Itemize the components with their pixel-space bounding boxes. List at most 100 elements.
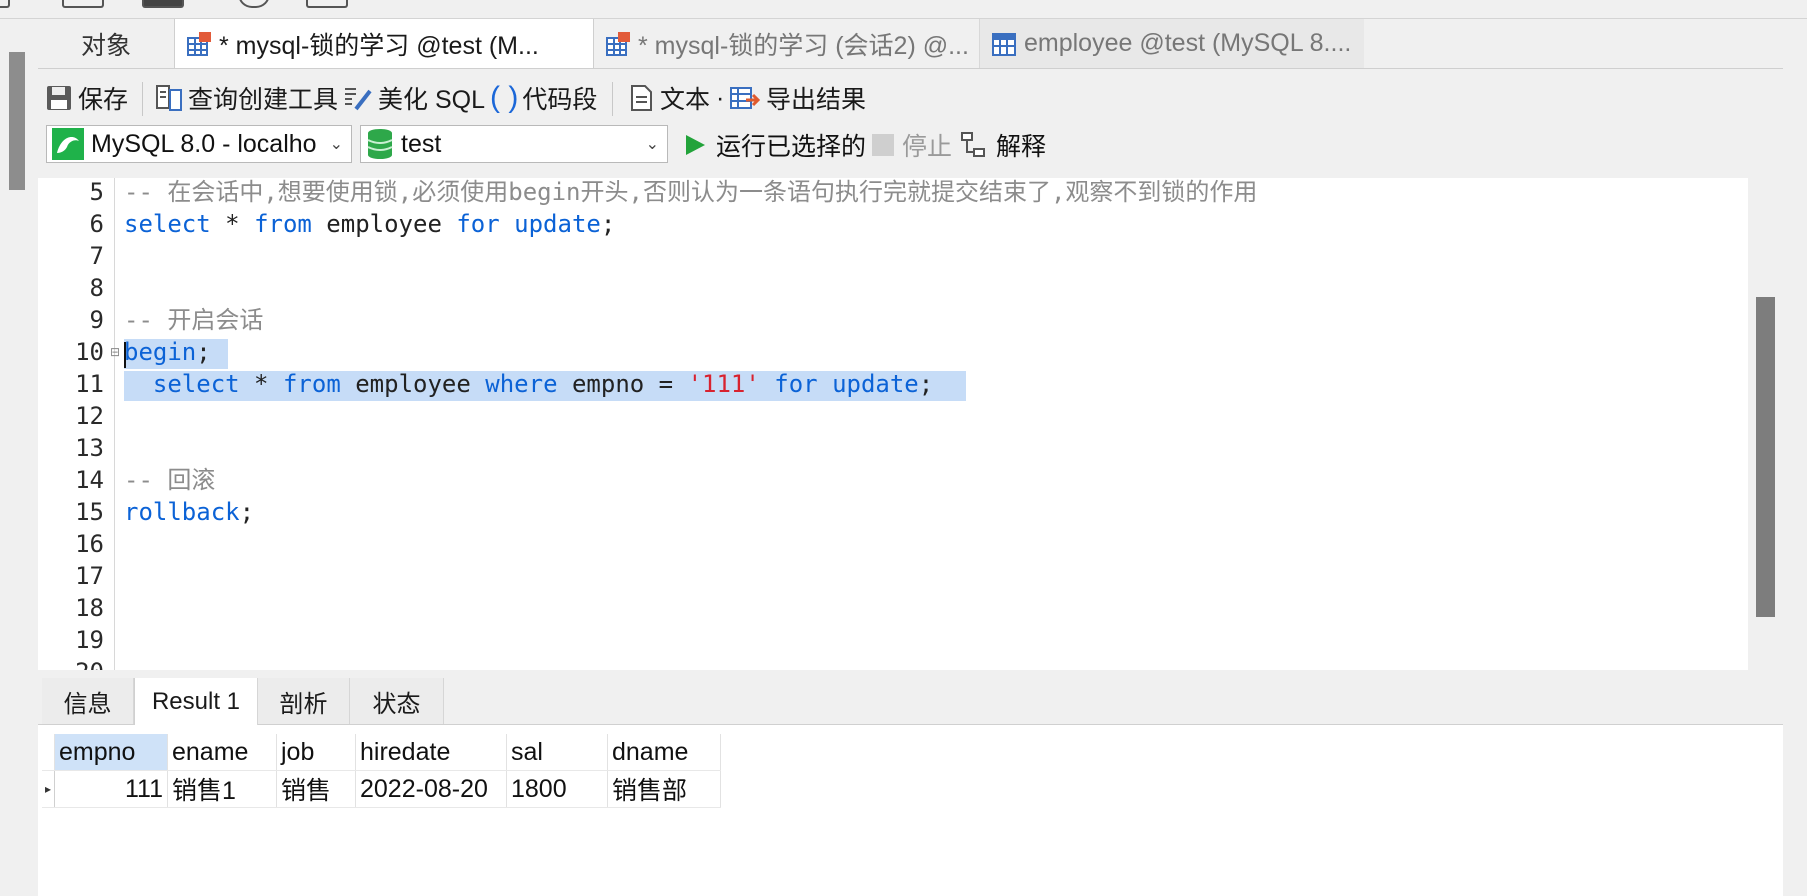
stop-button[interactable]: 停止 (872, 125, 952, 165)
beautify-sql-button[interactable]: 美化 SQL (342, 78, 485, 118)
export-label: 导出结果 (766, 86, 867, 114)
save-button[interactable]: 保存 (44, 78, 128, 118)
tab-result-1[interactable]: Result 1 (134, 678, 258, 725)
text-dropdown-dot[interactable]: · (716, 84, 724, 113)
export-table-icon (730, 87, 761, 109)
database-value: test (401, 129, 442, 158)
column-header-hiredate[interactable]: hiredate (355, 734, 507, 771)
line-number: 18 (75, 594, 104, 622)
database-select[interactable]: test ⌄ (360, 125, 668, 163)
code-line[interactable]: 17 (38, 560, 1738, 592)
sql-string: '111' (687, 370, 760, 398)
tab-employee-table[interactable]: employee @test (MySQL 8.... (980, 19, 1364, 68)
sql-text: employee (311, 210, 457, 238)
tab-label: 剖析 (279, 690, 328, 718)
code-line[interactable]: 7 (38, 240, 1738, 272)
sql-keyword: from (254, 210, 312, 238)
result-grid[interactable]: empno ename job hiredate sal dname ▸ 111… (42, 734, 721, 808)
toolbar-icon-partial[interactable] (0, 0, 10, 8)
line-number: 14 (75, 466, 104, 494)
export-results-button[interactable]: 导出结果 (728, 78, 866, 118)
stop-label: 停止 (902, 133, 953, 161)
sql-keyword: from (282, 370, 341, 398)
play-icon (686, 135, 705, 155)
column-header-dname[interactable]: dname (607, 734, 721, 771)
sql-text: ; (918, 370, 934, 398)
save-label: 保存 (78, 86, 129, 114)
code-line[interactable]: 15 rollback; (38, 496, 1738, 528)
tab-info[interactable]: 信息 (42, 678, 134, 724)
code-line[interactable]: 19 (38, 624, 1738, 656)
sql-keyword: rollback (124, 498, 240, 526)
text-mode-button[interactable]: 文本 · (626, 78, 724, 118)
code-line[interactable]: 5 -- 在会话中,想要使用锁,必须使用begin开头,否则认为一条语句执行完就提… (38, 178, 1738, 208)
fold-collapse-icon[interactable]: ⊟ (110, 345, 120, 359)
chevron-down-icon: ⌄ (329, 136, 343, 153)
code-line[interactable]: 10 begin; (38, 336, 1738, 368)
code-line[interactable]: 13 (38, 432, 1738, 464)
run-selected-button[interactable]: 运行已选择的 (682, 125, 866, 165)
code-line[interactable]: 18 (38, 592, 1738, 624)
text-label: 文本 (660, 86, 711, 114)
tab-query-session2[interactable]: * mysql-锁的学习 (会话2) @... (594, 19, 980, 68)
code-snippet-button[interactable]: ( ) 代码段 (490, 78, 597, 118)
code-text: rollback; (124, 496, 254, 528)
query-builder-icon (156, 85, 182, 111)
sql-text: * (210, 210, 255, 238)
code-line[interactable]: 6 select * from employee for update; (38, 208, 1738, 240)
tab-profile[interactable]: 剖析 (258, 678, 350, 724)
code-line[interactable]: 12 (38, 400, 1738, 432)
tab-label: 状态 (372, 690, 421, 718)
table-row[interactable]: ▸ 111 销售1 销售 2022-08-20 1800 销售部 (42, 770, 721, 808)
sql-editor[interactable]: 5 -- 在会话中,想要使用锁,必须使用begin开头,否则认为一条语句执行完就提… (38, 178, 1748, 670)
line-number: 12 (75, 402, 104, 430)
current-row-arrow-icon: ▸ (42, 770, 55, 808)
cell-ename[interactable]: 销售1 (167, 770, 277, 808)
parentheses-icon: ( ) (490, 81, 519, 114)
row-indicator-header (42, 734, 55, 771)
tab-label: Result 1 (151, 687, 241, 715)
cell-sal[interactable]: 1800 (506, 770, 608, 808)
code-line[interactable]: 8 (38, 272, 1738, 304)
line-number: 17 (75, 562, 104, 590)
beautify-label: 美化 SQL (378, 86, 485, 114)
column-header-ename[interactable]: ename (167, 734, 277, 771)
line-number: 13 (75, 434, 104, 462)
cell-empno[interactable]: 111 (54, 770, 168, 808)
line-number: 8 (89, 274, 104, 302)
column-header-sal[interactable]: sal (506, 734, 608, 771)
connection-select[interactable]: MySQL 8.0 - localho ⌄ (46, 125, 352, 163)
explain-button[interactable]: 解释 (960, 125, 1046, 165)
query-builder-button[interactable]: 查询创建工具 (154, 78, 338, 118)
code-text: begin; (124, 336, 211, 368)
column-header-job[interactable]: job (276, 734, 356, 771)
run-label: 运行已选择的 (716, 133, 867, 161)
tab-status[interactable]: 状态 (350, 678, 444, 724)
toolbar-icon-partial[interactable] (142, 0, 184, 8)
tab-objects[interactable]: 对象 (38, 19, 174, 68)
sql-text: * (239, 370, 283, 398)
code-line[interactable]: 14 -- 回滚 (38, 464, 1738, 496)
toolbar-icon-partial[interactable] (238, 0, 270, 8)
code-line[interactable]: 20 (38, 656, 1738, 670)
tab-label: 对象 (80, 31, 131, 60)
sql-comment: -- 在会话中,想要使用锁,必须使用begin开头,否则认为一条语句执行完就提交… (124, 178, 1258, 206)
top-toolbar-strip (0, 0, 1807, 19)
toolbar-icon-partial[interactable] (306, 0, 348, 8)
tab-label: 信息 (63, 690, 112, 718)
cell-job[interactable]: 销售 (276, 770, 356, 808)
sql-comment: -- 回滚 (124, 466, 216, 494)
code-line[interactable]: 11 select * from employee where empno = … (38, 368, 1738, 400)
tab-label: * mysql-锁的学习 (会话2) @... (638, 31, 969, 60)
code-line[interactable]: 9 -- 开启会话 (38, 304, 1738, 336)
tab-query-session1[interactable]: * mysql-锁的学习 @test (M... (174, 19, 594, 68)
column-header-empno[interactable]: empno (54, 734, 168, 771)
navigator-scrollbar[interactable] (9, 52, 25, 190)
cell-hiredate[interactable]: 2022-08-20 (355, 770, 507, 808)
code-line[interactable]: 16 (38, 528, 1738, 560)
text-cursor (124, 342, 126, 368)
toolbar-icon-partial[interactable] (62, 0, 104, 8)
cell-dname[interactable]: 销售部 (607, 770, 721, 808)
editor-scrollbar-thumb[interactable] (1756, 297, 1775, 617)
